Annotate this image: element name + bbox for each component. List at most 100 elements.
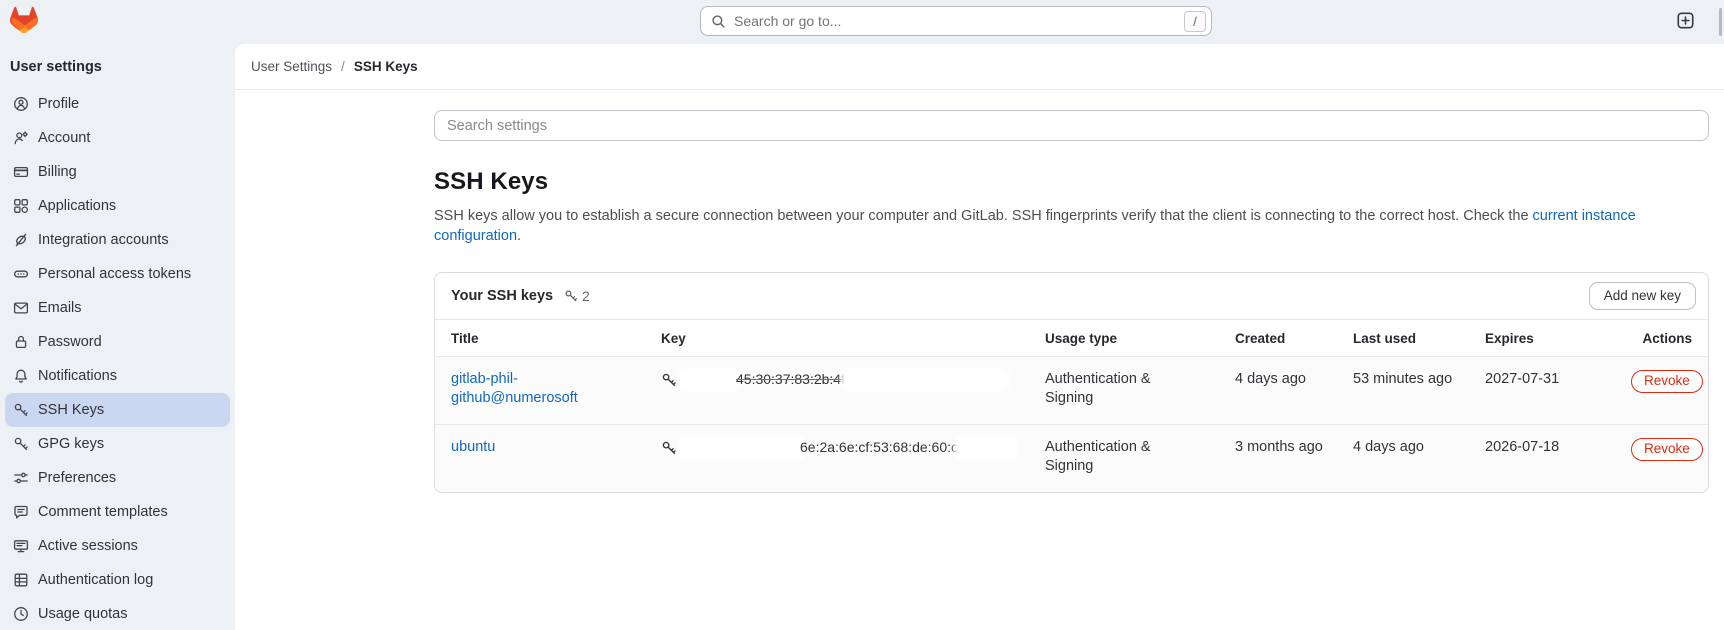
expires-cell: 2026-07-18 [1485,438,1631,457]
sidebar-item-notifications[interactable]: Notifications [5,359,230,393]
breadcrumb-separator: / [341,59,345,74]
col-header-created: Created [1235,331,1353,346]
col-header-last-used: Last used [1353,331,1485,346]
sidebar-item-label: Usage quotas [38,606,127,622]
table-row: gitlab-phil-github@numerosoft 45:30:37:8… [435,356,1708,424]
sidebar-item-label: Profile [38,96,79,112]
sidebar-item-usage-quotas[interactable]: Usage quotas [5,597,230,630]
sidebar-item-applications[interactable]: Applications [5,189,230,223]
account-icon [13,130,29,146]
integration-icon [13,232,29,248]
sidebar-item-label: SSH Keys [38,402,104,418]
sidebar-item-billing[interactable]: Billing [5,155,230,189]
quota-icon [13,606,29,622]
billing-icon [13,164,29,180]
col-header-expires: Expires [1485,331,1631,346]
created-cell: 3 months ago [1235,438,1353,457]
page-description-period: . [517,228,521,244]
ssh-keys-panel-header: Your SSH keys 2 Add new key [435,273,1708,320]
lock-icon [13,334,29,350]
page-description: SSH keys allow you to establish a secure… [434,206,1709,246]
ssh-key-title-link[interactable]: gitlab-phil-github@numerosoft [451,371,578,406]
ssh-key-title-link[interactable]: ubuntu [451,439,495,455]
global-search-placeholder: Search or go to... [734,13,1176,29]
monitor-icon [13,538,29,554]
sidebar-item-label: GPG keys [38,436,104,452]
key-icon [661,440,677,456]
page-description-text: SSH keys allow you to establish a secure… [434,208,1533,224]
comment-icon [13,504,29,520]
sidebar-item-label: Preferences [38,470,116,486]
page-title: SSH Keys [434,168,1709,196]
settings-search-input[interactable] [434,110,1709,141]
revoke-button[interactable]: Revoke [1631,370,1703,393]
top-bar: Search or go to... / [0,0,1724,44]
created-cell: 4 days ago [1235,370,1353,389]
last-used-cell: 4 days ago [1353,438,1485,457]
sidebar-item-label: Password [38,334,102,350]
expires-cell: 2027-07-31 [1485,370,1631,389]
sidebar-item-integration-accounts[interactable]: Integration accounts [5,223,230,257]
key-icon [13,436,29,452]
sidebar-item-profile[interactable]: Profile [5,87,230,121]
main-content: User Settings / SSH Keys SSH Keys SSH ke… [235,44,1724,630]
fingerprint-text: 6e:2a:6e:cf:53:68:de:60:c [800,438,958,457]
sidebar-title: User settings [0,44,235,87]
col-header-title: Title [435,331,661,346]
breadcrumb: User Settings / SSH Keys [235,44,1724,90]
key-icon [661,372,677,388]
add-new-key-button[interactable]: Add new key [1589,282,1696,310]
sidebar-item-comment-templates[interactable]: Comment templates [5,495,230,529]
sidebar-item-label: Emails [38,300,82,316]
breadcrumb-user-settings-link[interactable]: User Settings [251,59,332,74]
fingerprint-text: 45:30:37:83:2b:4f [736,370,845,389]
token-icon [13,266,29,282]
log-icon [13,572,29,588]
sidebar-item-preferences[interactable]: Preferences [5,461,230,495]
key-fingerprint: 6e:2a:6e:cf:53:68:de:60:c [661,438,1021,457]
usage-type-cell: Authentication & Signing [1045,438,1235,476]
search-icon [711,14,726,29]
col-header-key: Key [661,331,1045,346]
sidebar: User settings Profile Account Billing Ap… [0,44,235,630]
ssh-keys-panel: Your SSH keys 2 Add new key Title Key Us… [434,272,1709,493]
sidebar-item-label: Integration accounts [38,232,169,248]
redacted-fingerprint-segment [682,440,800,456]
sidebar-item-emails[interactable]: Emails [5,291,230,325]
sidebar-item-personal-access-tokens[interactable]: Personal access tokens [5,257,230,291]
bell-icon [13,368,29,384]
key-count-badge: 2 [564,289,590,304]
revoke-button[interactable]: Revoke [1631,438,1703,461]
scrollbar-thumb[interactable] [1719,8,1722,36]
sidebar-item-label: Notifications [38,368,117,384]
redacted-fingerprint-segment [845,372,1005,388]
redacted-fingerprint-segment [958,440,1014,456]
sidebar-item-label: Account [38,130,90,146]
sidebar-item-password[interactable]: Password [5,325,230,359]
sidebar-item-ssh-keys[interactable]: SSH Keys [5,393,230,427]
sidebar-item-label: Personal access tokens [38,266,191,282]
last-used-cell: 53 minutes ago [1353,370,1485,389]
sidebar-item-label: Active sessions [38,538,138,554]
table-row: ubuntu 6e:2a:6e:cf:53:68:de:60:c Authent… [435,424,1708,492]
panel-title: Your SSH keys [451,288,553,304]
sidebar-item-label: Applications [38,198,116,214]
col-header-usage-type: Usage type [1045,331,1235,346]
usage-type-cell: Authentication & Signing [1045,370,1235,408]
sidebar-item-gpg-keys[interactable]: GPG keys [5,427,230,461]
global-search-input[interactable]: Search or go to... / [700,6,1212,36]
email-icon [13,300,29,316]
sidebar-item-label: Authentication log [38,572,153,588]
sidebar-item-account[interactable]: Account [5,121,230,155]
sidebar-item-label: Comment templates [38,504,168,520]
redacted-fingerprint-segment [682,372,736,388]
key-count-value: 2 [582,289,590,304]
sidebar-item-authentication-log[interactable]: Authentication log [5,563,230,597]
gitlab-logo-icon[interactable] [10,5,38,33]
slash-shortcut-key: / [1184,11,1206,32]
key-icon [13,402,29,418]
sidebar-item-active-sessions[interactable]: Active sessions [5,529,230,563]
create-new-icon[interactable] [1677,12,1694,29]
sliders-icon [13,470,29,486]
sidebar-item-label: Billing [38,164,77,180]
